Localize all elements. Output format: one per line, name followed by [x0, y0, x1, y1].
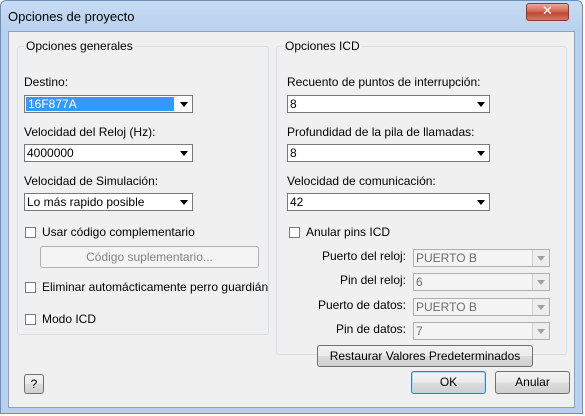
close-button[interactable]: ✕: [526, 3, 569, 21]
cancel-button[interactable]: Anular: [495, 371, 570, 394]
pin-datos-select[interactable]: 7: [413, 322, 550, 340]
destino-label: Destino:: [24, 75, 69, 89]
window-title: Opciones de proyecto: [8, 9, 135, 24]
chevron-down-icon: [532, 299, 549, 315]
reloj-select[interactable]: 4000000: [24, 144, 193, 162]
pin-datos-value: 7: [416, 324, 423, 338]
pin-reloj-select[interactable]: 6: [413, 273, 550, 291]
puerto-datos-label: Puerto de datos:: [317, 298, 406, 312]
puerto-reloj-label: Puerto del reloj:: [321, 249, 406, 263]
general-options-group: Opciones generales Destino: 16F877A Velo…: [17, 39, 269, 335]
chevron-down-icon: [473, 145, 489, 161]
recuento-select[interactable]: 8: [287, 95, 490, 113]
profundidad-value: 8: [290, 146, 297, 160]
eliminar-perro-checkbox[interactable]: [25, 282, 36, 293]
puerto-reloj-value: PUERTO B: [416, 251, 477, 265]
chevron-down-icon: [176, 145, 192, 161]
chevron-down-icon: [532, 274, 549, 290]
reloj-label: Velocidad del Reloj (Hz):: [24, 125, 156, 139]
chevron-down-icon: [176, 96, 192, 112]
puerto-datos-select[interactable]: PUERTO B: [413, 298, 550, 316]
comunicacion-value: 42: [290, 195, 304, 209]
comunicacion-select[interactable]: 42: [287, 193, 490, 211]
usar-codigo-checkbox[interactable]: [25, 227, 36, 238]
simulacion-value: Lo más rapido posible: [27, 195, 145, 209]
dialog-window: Opciones de proyecto ✕ Opciones generale…: [0, 0, 583, 414]
recuento-label: Recuento de puntos de interrupción:: [287, 75, 481, 89]
recuento-value: 8: [290, 97, 297, 111]
modo-icd-checkbox[interactable]: [25, 314, 36, 325]
chevron-down-icon: [176, 194, 192, 210]
general-options-legend: Opciones generales: [26, 39, 133, 53]
chevron-down-icon: [473, 96, 489, 112]
help-button[interactable]: ?: [24, 374, 44, 394]
puerto-reloj-select[interactable]: PUERTO B: [413, 249, 550, 267]
codigo-suplementario-button[interactable]: Código suplementario...: [40, 246, 259, 268]
chevron-down-icon: [532, 323, 549, 339]
puerto-datos-value: PUERTO B: [416, 300, 477, 314]
anular-pins-label: Anular pins ICD: [306, 225, 391, 239]
simulacion-label: Velocidad de Simulación:: [24, 174, 159, 188]
reloj-value: 4000000: [27, 146, 74, 160]
pin-reloj-label: Pin del reloj:: [339, 273, 406, 287]
pin-datos-label: Pin de datos:: [335, 322, 406, 336]
icd-options-legend: Opciones ICD: [285, 39, 360, 53]
destino-select[interactable]: 16F877A: [24, 95, 193, 113]
icd-options-group: Opciones ICD Recuento de puntos de inter…: [276, 39, 567, 367]
usar-codigo-label: Usar código complementario: [42, 225, 195, 239]
simulacion-select[interactable]: Lo más rapido posible: [24, 193, 193, 211]
chevron-down-icon: [473, 194, 489, 210]
profundidad-select[interactable]: 8: [287, 144, 490, 162]
pin-reloj-value: 6: [416, 275, 423, 289]
title-bar[interactable]: Opciones de proyecto ✕: [1, 1, 582, 31]
chevron-down-icon: [532, 250, 549, 266]
modo-icd-label: Modo ICD: [42, 312, 97, 326]
profundidad-label: Profundidad de la pila de llamadas:: [287, 125, 475, 139]
comunicacion-label: Velocidad de comunicación:: [287, 174, 436, 188]
close-icon: ✕: [542, 4, 553, 19]
ok-button[interactable]: OK: [411, 371, 486, 394]
restaurar-valores-button[interactable]: Restaurar Valores Predeterminados: [317, 345, 533, 367]
anular-pins-checkbox[interactable]: [289, 227, 300, 238]
eliminar-perro-label: Eliminar automácticamente perro guardián: [42, 280, 269, 294]
dialog-client-area: Opciones generales Destino: 16F877A Velo…: [8, 31, 575, 408]
destino-value: 16F877A: [26, 97, 174, 111]
